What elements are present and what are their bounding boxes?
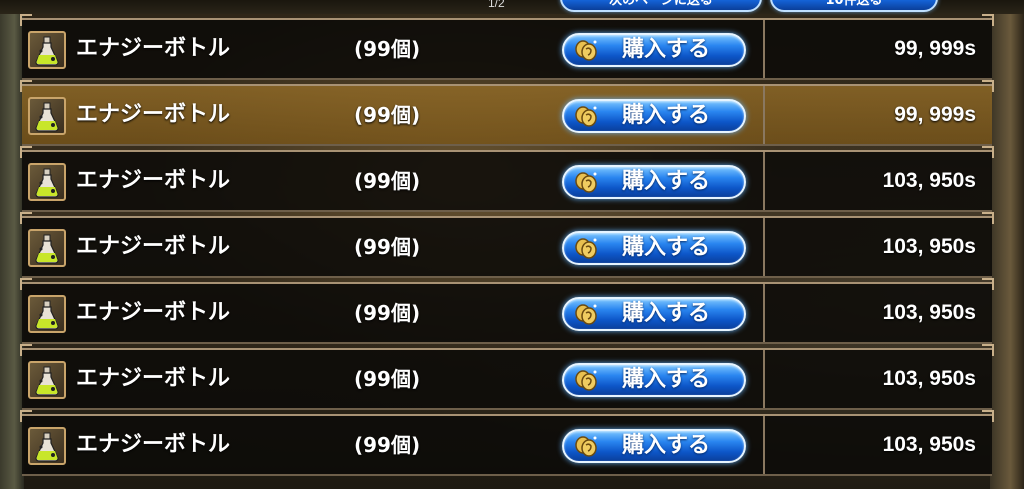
potion-bottle-icon	[28, 31, 66, 69]
item-price: 99, 999s	[894, 37, 976, 60]
item-price: 103, 950s	[882, 301, 976, 324]
shop-item-row[interactable]: エナジーボトル (99個) 購入する 103, 950s	[20, 146, 994, 212]
price-divider	[763, 350, 765, 408]
background-right	[990, 0, 1024, 489]
shop-item-row[interactable]: エナジーボトル (99個) 購入する 99, 999s	[20, 14, 994, 80]
buy-button-label: 購入する	[622, 235, 711, 260]
shop-item-row[interactable]: エナジーボトル (99個) 購入する 99, 999s	[20, 80, 994, 146]
row-frame-corner	[20, 146, 32, 158]
shop-item-row[interactable]: エナジーボトル (99個) 購入する 103, 950s	[20, 212, 994, 278]
next-page-button[interactable]: 次のページに送る	[560, 0, 762, 12]
potion-bottle-icon	[28, 163, 66, 201]
row-frame-corner	[982, 278, 994, 290]
buy-button-label: 購入する	[622, 367, 711, 392]
price-divider	[763, 416, 765, 474]
coin-icon	[575, 106, 597, 127]
price-divider	[763, 284, 765, 342]
row-frame-corner	[20, 212, 32, 224]
item-name: エナジーボトル	[76, 234, 231, 259]
row-frame-corner	[20, 410, 32, 422]
shop-item-row[interactable]: エナジーボトル (99個) 購入する 103, 950s	[20, 344, 994, 410]
item-price: 103, 950s	[882, 235, 976, 258]
row-frame-corner	[982, 80, 994, 92]
item-quantity: (99個)	[354, 103, 421, 127]
coin-icon	[575, 370, 597, 391]
shop-item-row[interactable]: エナジーボトル (99個) 購入する 103, 950s	[20, 278, 994, 344]
item-quantity: (99個)	[354, 235, 421, 259]
buy-button[interactable]: 購入する	[562, 231, 746, 265]
row-frame-corner	[20, 14, 32, 26]
row-frame-corner	[20, 80, 32, 92]
buy-button-label: 購入する	[622, 301, 711, 326]
buy-button-label: 購入する	[622, 169, 711, 194]
potion-bottle-icon	[28, 427, 66, 465]
coin-icon	[575, 238, 597, 259]
item-name: エナジーボトル	[76, 168, 231, 193]
shop-item-list: エナジーボトル (99個) 購入する 99, 999s エナジーボトル (99個…	[20, 14, 994, 480]
shop-item-row[interactable]: エナジーボトル (99個) 購入する 103, 950s	[20, 410, 994, 476]
item-quantity: (99個)	[354, 301, 421, 325]
item-name: エナジーボトル	[76, 432, 231, 457]
row-frame-corner	[982, 410, 994, 422]
item-price: 103, 950s	[882, 433, 976, 456]
item-price: 103, 950s	[882, 169, 976, 192]
potion-bottle-icon	[28, 229, 66, 267]
buy-button[interactable]: 購入する	[562, 33, 746, 67]
coin-icon	[575, 436, 597, 457]
row-frame-corner	[982, 14, 994, 26]
price-divider	[763, 218, 765, 276]
buy-button[interactable]: 購入する	[562, 165, 746, 199]
price-divider	[763, 20, 765, 78]
potion-bottle-icon	[28, 361, 66, 399]
potion-bottle-icon	[28, 97, 66, 135]
buy-button-label: 購入する	[622, 37, 711, 62]
item-name: エナジーボトル	[76, 366, 231, 391]
buy-button[interactable]: 購入する	[562, 297, 746, 331]
coin-icon	[575, 40, 597, 61]
item-quantity: (99個)	[354, 169, 421, 193]
buy-button[interactable]: 購入する	[562, 99, 746, 133]
buy-button[interactable]: 購入する	[562, 429, 746, 463]
skip-ten-button[interactable]: 10件送る	[770, 0, 938, 12]
item-quantity: (99個)	[354, 37, 421, 61]
row-frame-corner	[982, 212, 994, 224]
item-name: エナジーボトル	[76, 102, 231, 127]
item-quantity: (99個)	[354, 367, 421, 391]
buy-button[interactable]: 購入する	[562, 363, 746, 397]
buy-button-label: 購入する	[622, 433, 711, 458]
row-frame-corner	[20, 278, 32, 290]
item-quantity: (99個)	[354, 433, 421, 457]
coin-icon	[575, 172, 597, 193]
price-divider	[763, 152, 765, 210]
item-name: エナジーボトル	[76, 36, 231, 61]
potion-bottle-icon	[28, 295, 66, 333]
row-frame-corner	[20, 344, 32, 356]
page-indicator: 1/2	[488, 0, 505, 10]
item-price: 99, 999s	[894, 103, 976, 126]
item-price: 103, 950s	[882, 367, 976, 390]
item-name: エナジーボトル	[76, 300, 231, 325]
top-bar: 1/2 次のページに送る 10件送る	[0, 0, 1024, 14]
price-divider	[763, 86, 765, 144]
row-frame-corner	[982, 146, 994, 158]
coin-icon	[575, 304, 597, 325]
row-frame-corner	[982, 344, 994, 356]
buy-button-label: 購入する	[622, 103, 711, 128]
